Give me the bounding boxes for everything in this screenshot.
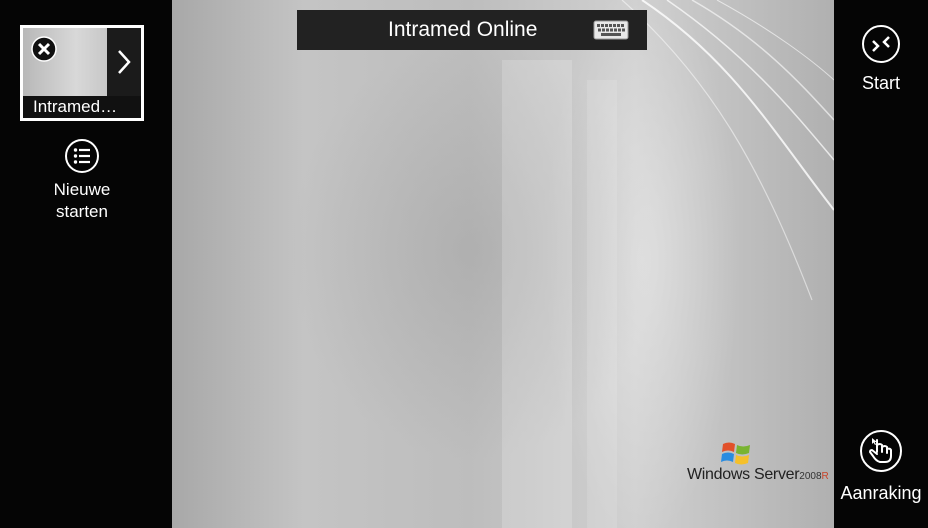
close-icon[interactable] [31,36,57,62]
list-icon [65,139,99,173]
windows-flag-logo [721,442,750,465]
start-button[interactable]: Start [834,24,928,94]
brand-text: Windows Server2008R [687,466,829,484]
connection-title: Intramed Online [388,18,538,41]
connection-bar: Intramed Online [297,10,647,50]
start-icon [862,25,900,63]
touch-mode-button[interactable]: Aanraking [834,428,928,504]
remote-desktop-view[interactable]: Windows Server2008R [172,0,834,528]
session-caption: Intramed… [23,96,141,118]
new-session-button[interactable]: Nieuwe starten [30,138,134,223]
touch-label: Aanraking [840,483,922,503]
chevron-right-icon [118,50,131,74]
session-next[interactable] [107,28,141,96]
new-session-label-line1: Nieuwe [53,180,111,199]
brand-edition: R [821,471,829,482]
windows-server-brand: Windows Server2008R [687,438,834,488]
left-sidebar: Intramed… Nieuwe starten [0,0,172,528]
brand-product: Windows Server [687,466,800,483]
new-session-label-line2: starten [56,202,108,221]
session-thumbnail[interactable]: Intramed… [20,25,144,121]
start-label: Start [861,73,900,93]
touch-pointer-icon [860,430,902,472]
keyboard-icon[interactable] [592,18,630,42]
brand-version: 2008 [799,471,822,482]
